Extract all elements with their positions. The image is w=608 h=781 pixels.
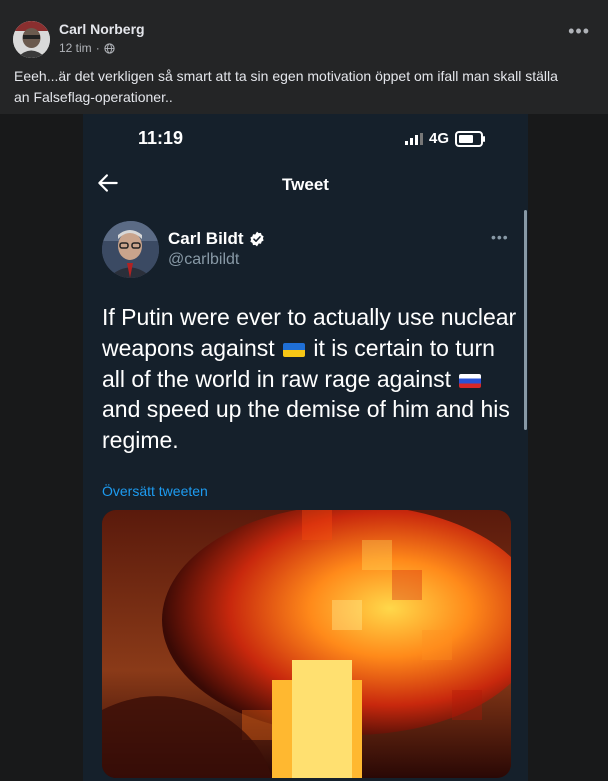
russia-flag-icon xyxy=(459,373,482,388)
post-text: Eeeh...är det verkligen så smart att ta … xyxy=(14,68,558,105)
author-name[interactable]: Carl Norberg xyxy=(59,21,145,37)
post-time[interactable]: 12 tim xyxy=(59,41,92,55)
status-indicators: 4G xyxy=(405,130,486,147)
post-meta: 12 tim · xyxy=(59,41,115,55)
globe-icon xyxy=(104,42,115,54)
nav-title: Tweet xyxy=(282,175,329,194)
tweet-more-icon[interactable]: ••• xyxy=(491,229,509,245)
network-label: 4G xyxy=(429,130,450,147)
tweet-author-name-row[interactable]: Carl Bildt xyxy=(168,229,265,249)
tweet-author-handle[interactable]: @carlbildt xyxy=(168,251,239,269)
tweet-text: If Putin were ever to actually use nucle… xyxy=(102,302,522,456)
scrollbar[interactable] xyxy=(524,210,527,430)
tweet-screenshot: 11:19 4G Tweet Carl Bildt @carlbildt ••• xyxy=(83,114,528,781)
signal-icon xyxy=(405,132,423,145)
translate-link[interactable]: Översätt tweeten xyxy=(102,483,208,499)
status-time: 11:19 xyxy=(138,128,184,148)
tweet-text-part3: and speed up the demise of him and his r… xyxy=(102,396,510,454)
battery-icon xyxy=(455,130,486,147)
more-horizontal-icon[interactable]: ••• xyxy=(568,22,590,40)
facebook-post-card: Carl Norberg 12 tim · ••• Eeeh...är det … xyxy=(0,0,608,114)
tweet-author-name: Carl Bildt xyxy=(168,229,244,248)
author-avatar[interactable] xyxy=(13,21,50,58)
tweet-image[interactable] xyxy=(102,510,511,778)
verified-badge-icon xyxy=(249,231,264,247)
ukraine-flag-icon xyxy=(283,342,306,357)
tweet-author-avatar[interactable] xyxy=(102,221,159,278)
